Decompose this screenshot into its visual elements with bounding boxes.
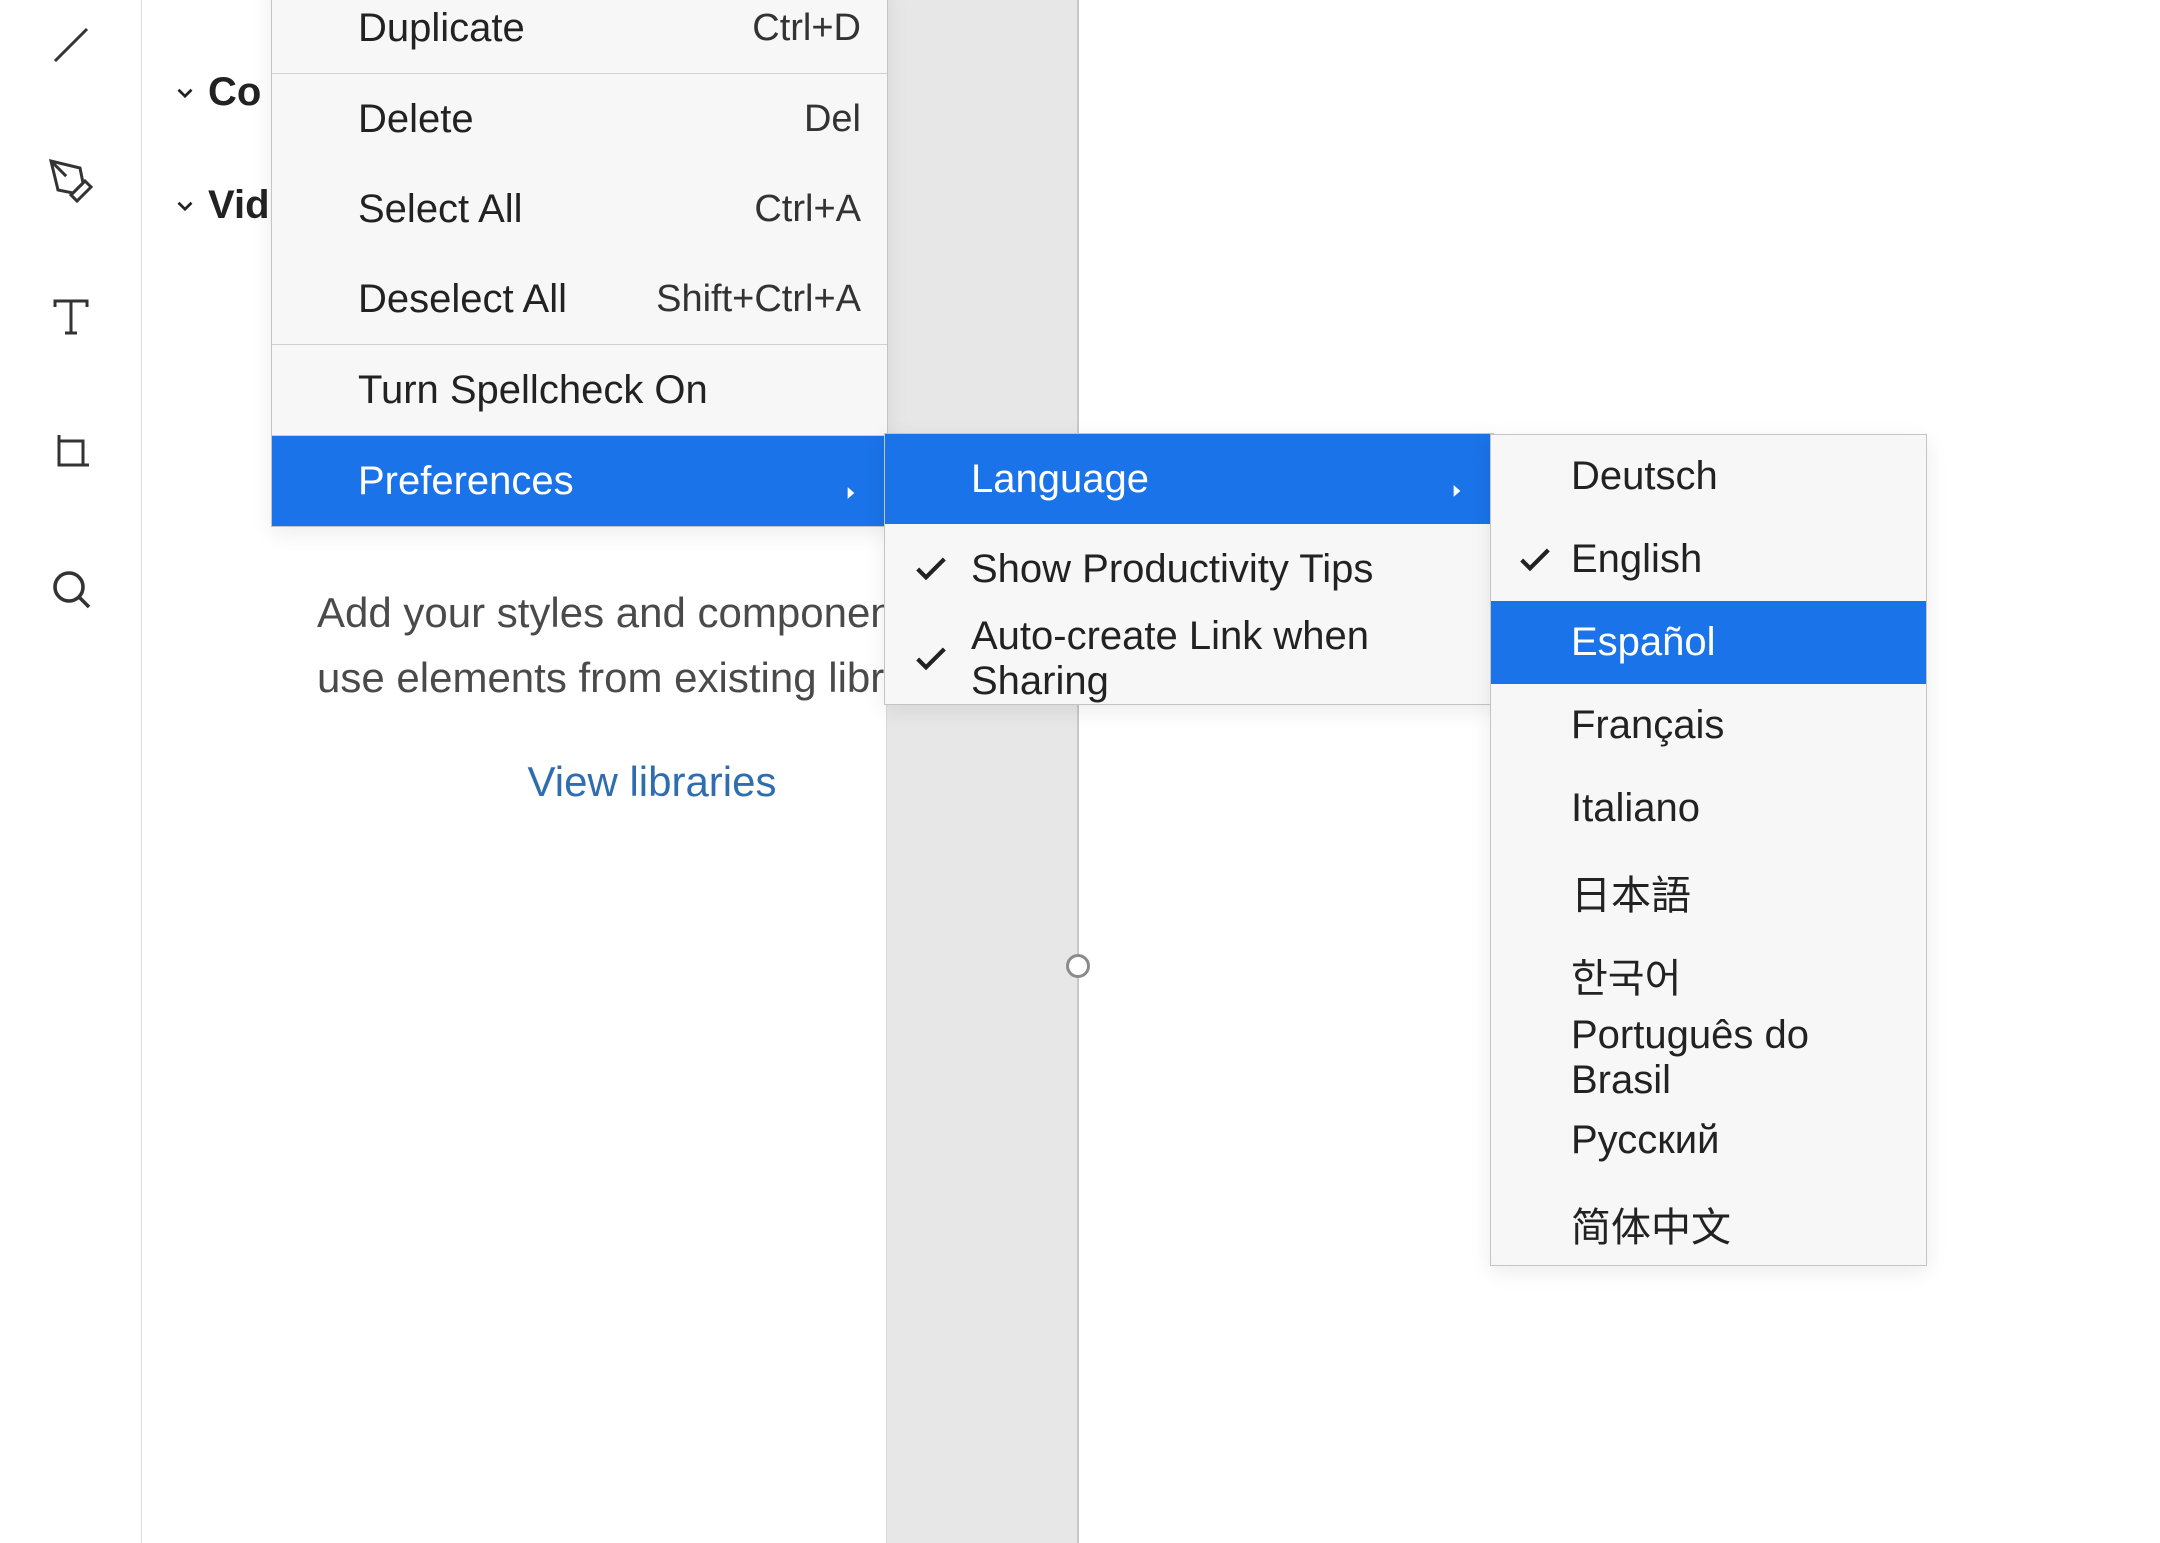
menu-label: 日本語 bbox=[1571, 863, 1900, 921]
chevron-down-icon bbox=[172, 193, 198, 219]
menu-item-duplicate[interactable]: Duplicate Ctrl+D bbox=[272, 0, 887, 73]
artboard-tool-button[interactable] bbox=[36, 418, 106, 488]
lang-item-english[interactable]: English bbox=[1491, 518, 1926, 601]
search-icon bbox=[47, 565, 95, 613]
lang-item-espanol[interactable]: Español bbox=[1491, 601, 1926, 684]
check-icon bbox=[911, 549, 951, 589]
menu-label: Preferences bbox=[358, 459, 821, 504]
chevron-right-icon bbox=[1447, 466, 1467, 492]
menu-label: Select All bbox=[358, 187, 754, 232]
menu-label: 한국어 bbox=[1571, 946, 1900, 1004]
menu-label: Auto-create Link when Sharing bbox=[971, 614, 1467, 704]
menu-shortcut: Ctrl+D bbox=[752, 7, 861, 50]
menu-label: 简体中文 bbox=[1571, 1195, 1900, 1253]
text-icon bbox=[47, 293, 95, 341]
resize-handle[interactable] bbox=[1066, 954, 1090, 978]
menu-item-preferences[interactable]: Preferences bbox=[272, 436, 887, 526]
left-toolbar bbox=[0, 0, 142, 1543]
menu-label: Русский bbox=[1571, 1118, 1900, 1163]
menu-item-delete[interactable]: Delete Del bbox=[272, 74, 887, 164]
menu-shortcut: Ctrl+A bbox=[754, 188, 861, 231]
context-menu: Duplicate Ctrl+D Delete Del Select All C… bbox=[271, 0, 888, 527]
language-submenu: Deutsch English Español Français Italian… bbox=[1490, 434, 1927, 1266]
menu-shortcut: Shift+Ctrl+A bbox=[656, 278, 861, 321]
chevron-down-icon bbox=[172, 80, 198, 106]
lang-item-japanese[interactable]: 日本語 bbox=[1491, 850, 1926, 933]
menu-item-select-all[interactable]: Select All Ctrl+A bbox=[272, 164, 887, 254]
search-tool-button[interactable] bbox=[36, 554, 106, 624]
check-icon bbox=[1515, 540, 1555, 580]
line-tool-button[interactable] bbox=[36, 10, 106, 80]
menu-label: Show Productivity Tips bbox=[971, 547, 1467, 592]
lang-item-portuguese-br[interactable]: Português do Brasil bbox=[1491, 1016, 1926, 1099]
menu-label: Deutsch bbox=[1571, 454, 1900, 499]
menu-item-language[interactable]: Language bbox=[885, 434, 1493, 524]
pen-icon bbox=[47, 157, 95, 205]
lang-item-simplified-chinese[interactable]: 简体中文 bbox=[1491, 1182, 1926, 1265]
preferences-submenu: Language Show Productivity Tips Auto-cre… bbox=[884, 433, 1494, 705]
menu-label: Duplicate bbox=[358, 6, 752, 51]
lang-item-korean[interactable]: 한국어 bbox=[1491, 933, 1926, 1016]
menu-item-auto-create-link[interactable]: Auto-create Link when Sharing bbox=[885, 614, 1493, 704]
lang-item-deutsch[interactable]: Deutsch bbox=[1491, 435, 1926, 518]
menu-label: Language bbox=[971, 457, 1427, 502]
menu-label: Español bbox=[1571, 620, 1900, 665]
menu-label: Turn Spellcheck On bbox=[358, 368, 861, 413]
menu-label: Delete bbox=[358, 97, 804, 142]
line-icon bbox=[47, 21, 95, 69]
menu-label: English bbox=[1571, 537, 1900, 582]
lang-item-russian[interactable]: Русский bbox=[1491, 1099, 1926, 1182]
menu-shortcut: Del bbox=[804, 98, 861, 141]
text-tool-button[interactable] bbox=[36, 282, 106, 352]
lang-item-francais[interactable]: Français bbox=[1491, 684, 1926, 767]
artboard-edge bbox=[1077, 0, 1079, 1543]
menu-item-deselect-all[interactable]: Deselect All Shift+Ctrl+A bbox=[272, 254, 887, 344]
artboard-icon bbox=[47, 429, 95, 477]
panel-section-label: Vid bbox=[208, 183, 270, 228]
lang-item-italiano[interactable]: Italiano bbox=[1491, 767, 1926, 850]
menu-item-productivity-tips[interactable]: Show Productivity Tips bbox=[885, 524, 1493, 614]
chevron-right-icon bbox=[841, 468, 861, 494]
panel-section-label: Co bbox=[208, 70, 261, 115]
menu-label: Français bbox=[1571, 703, 1900, 748]
check-icon bbox=[911, 639, 951, 679]
menu-label: Deselect All bbox=[358, 277, 656, 322]
menu-item-spellcheck[interactable]: Turn Spellcheck On bbox=[272, 345, 887, 435]
menu-label: Português do Brasil bbox=[1571, 1013, 1900, 1103]
menu-label: Italiano bbox=[1571, 786, 1900, 831]
pen-tool-button[interactable] bbox=[36, 146, 106, 216]
